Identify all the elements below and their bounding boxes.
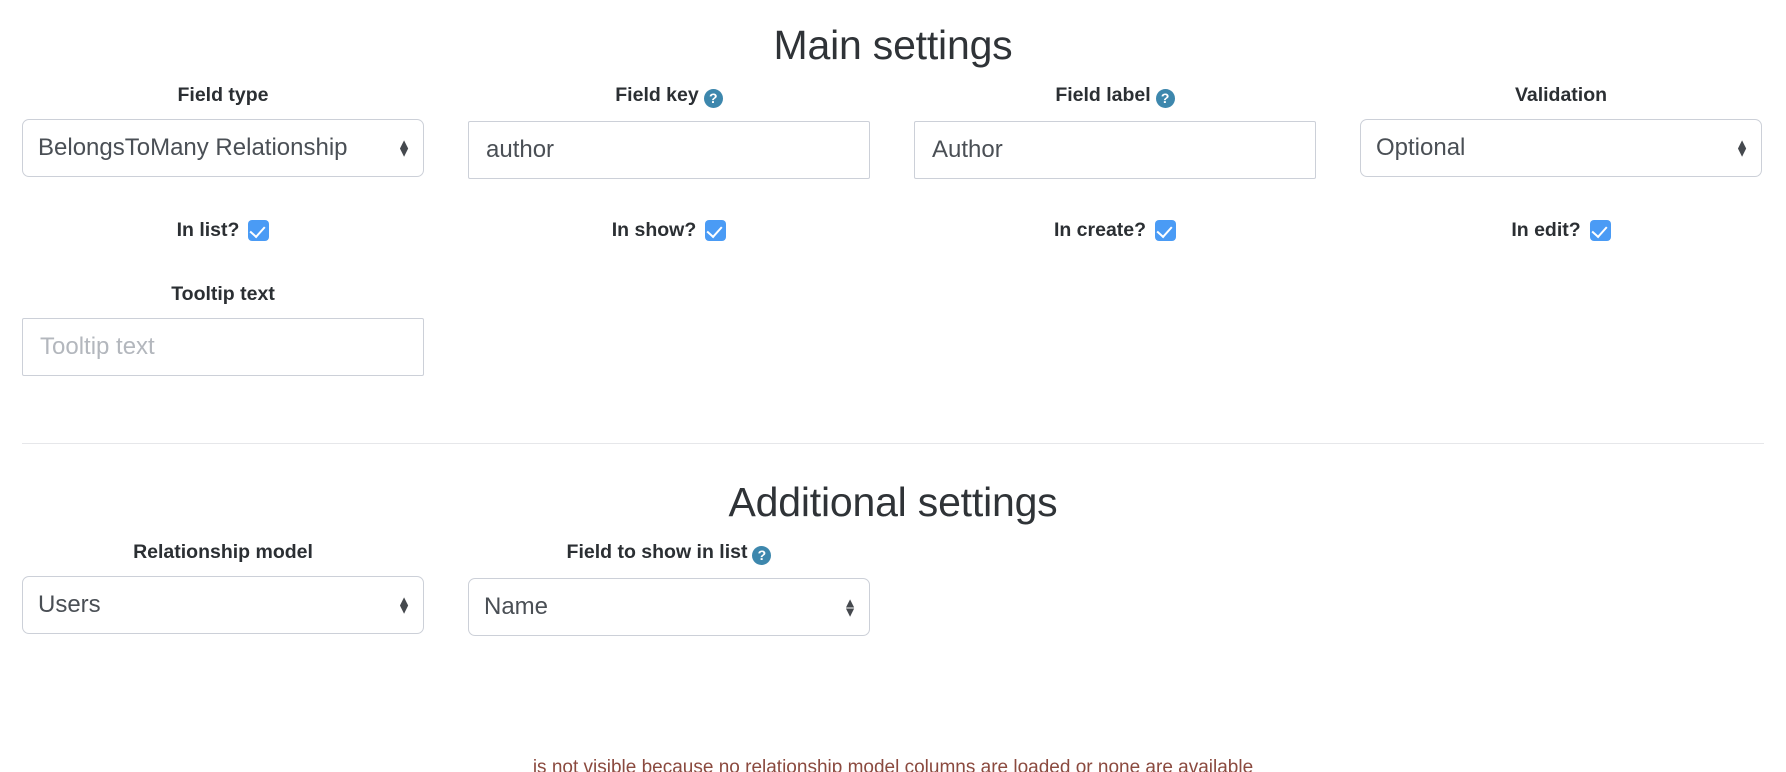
tooltip-row-spacer-2	[892, 285, 1338, 376]
field-to-show-select[interactable]: Name ▲ ▼	[468, 578, 870, 636]
field-type-group: Field type BelongsToMany Relationship ▲ …	[0, 84, 446, 179]
footer-note: is not visible because no relationship m…	[532, 757, 1254, 772]
select-spinner-icon[interactable]: ▲ ▼	[397, 593, 411, 617]
field-to-show-group: Field to show in list? Name ▲ ▼	[446, 541, 892, 636]
additional-settings-field-row: Relationship model Users ▲ ▼ Field to sh…	[0, 541, 1786, 636]
field-type-label-text: Field type	[177, 84, 269, 106]
tooltip-label-text: Tooltip text	[171, 283, 275, 305]
spinner-down-icon: ▼	[843, 603, 857, 619]
in-edit-checkbox[interactable]	[1589, 220, 1611, 241]
field-label-help-icon[interactable]: ?	[1155, 89, 1175, 108]
main-settings-field-row: Field type BelongsToMany Relationship ▲ …	[0, 84, 1786, 179]
field-label-input[interactable]	[914, 121, 1316, 179]
field-key-label-text: Field key	[615, 84, 699, 106]
in-list-label: In list?	[176, 218, 240, 241]
in-show-checkbox[interactable]	[705, 220, 727, 241]
additional-row-spacer-2	[1338, 543, 1784, 636]
tooltip-row-spacer-3	[1338, 285, 1784, 376]
field-type-select[interactable]: BelongsToMany Relationship ▲ ▼	[22, 118, 424, 177]
field-type-value: BelongsToMany Relationship	[38, 133, 348, 161]
field-key-input[interactable]	[468, 121, 870, 179]
select-spinner-icon[interactable]: ▲ ▼	[843, 596, 857, 619]
relationship-model-select[interactable]: Users ▲ ▼	[22, 575, 424, 634]
in-create-checkbox[interactable]	[1155, 220, 1177, 241]
spinner-down-icon: ▼	[397, 600, 411, 617]
validation-label-text: Validation	[1514, 84, 1608, 106]
tooltip-group: Tooltip text	[0, 283, 446, 376]
field-settings-form: Main settings Field type BelongsToMany R…	[0, 0, 1786, 772]
field-label-label: Field label?	[914, 84, 1316, 108]
relationship-model-group: Relationship model Users ▲ ▼	[0, 541, 446, 636]
field-to-show-label-text: Field to show in list	[566, 541, 748, 563]
validation-select[interactable]: Optional ▲ ▼	[1360, 118, 1762, 177]
tooltip-row-spacer-1	[446, 285, 892, 376]
toggle-cell-in-show: In show?	[446, 220, 892, 241]
field-label-group: Field label?	[892, 84, 1338, 179]
select-spinner-icon[interactable]: ▲ ▼	[397, 136, 411, 160]
select-spinner-icon[interactable]: ▲ ▼	[1735, 136, 1749, 160]
relationship-model-label-text: Relationship model	[133, 541, 313, 563]
validation-value: Optional	[1376, 133, 1466, 161]
visibility-toggle-row: In list? In show? In create? In edit?	[0, 220, 1786, 241]
field-key-group: Field key?	[446, 84, 892, 179]
additional-settings-heading: Additional settings	[728, 479, 1058, 525]
in-list-checkbox[interactable]	[248, 220, 270, 241]
validation-group: Validation Optional ▲ ▼	[1338, 84, 1784, 179]
spinner-down-icon: ▼	[1735, 143, 1749, 160]
field-label-label-text: Field label	[1055, 84, 1151, 106]
toggle-cell-in-edit: In edit?	[1338, 220, 1784, 241]
tooltip-input[interactable]	[22, 317, 424, 376]
tooltip-row: Tooltip text	[0, 283, 1786, 376]
field-to-show-value: Name	[484, 593, 549, 620]
field-key-label: Field key?	[468, 84, 870, 108]
field-key-help-icon[interactable]: ?	[703, 89, 723, 108]
field-type-label: Field type	[22, 84, 424, 106]
in-edit-label: In edit?	[1511, 218, 1581, 241]
section-divider	[22, 443, 1764, 444]
relationship-model-label: Relationship model	[22, 541, 424, 563]
toggle-cell-in-list: In list?	[0, 220, 446, 241]
toggle-cell-in-create: In create?	[892, 220, 1338, 241]
relationship-model-value: Users	[38, 590, 101, 618]
main-settings-heading: Main settings	[773, 22, 1013, 68]
additional-row-spacer-1	[892, 543, 1338, 636]
tooltip-label: Tooltip text	[22, 283, 424, 305]
field-to-show-label: Field to show in list?	[468, 541, 870, 565]
spinner-down-icon: ▼	[397, 143, 411, 160]
validation-label: Validation	[1360, 84, 1762, 106]
in-create-label: In create?	[1053, 218, 1147, 241]
in-show-label: In show?	[611, 218, 697, 241]
field-to-show-help-icon[interactable]: ?	[752, 546, 772, 565]
